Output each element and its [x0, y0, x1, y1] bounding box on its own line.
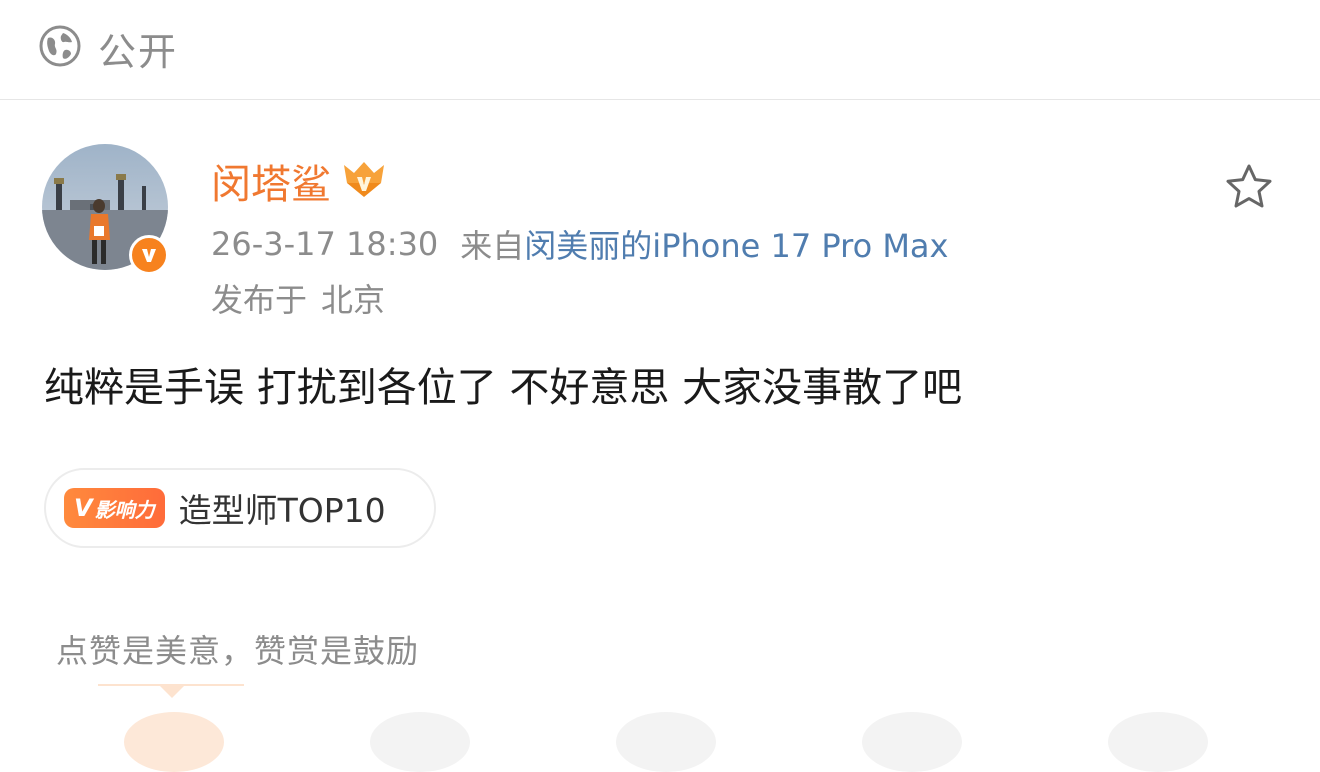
author-name[interactable]: 闵塔鲨	[211, 152, 331, 210]
influence-label: 造型师TOP10	[178, 491, 386, 530]
influence-v-icon: V	[74, 494, 93, 522]
member-crown-icon[interactable]	[341, 159, 387, 203]
influence-chip[interactable]: V 影响力 造型师TOP10	[44, 468, 436, 548]
source-device-link[interactable]: 闵美丽的iPhone 17 Pro Max	[524, 227, 948, 265]
post-time: 26-3-17 18:30	[211, 225, 439, 263]
post-location: 发布于 北京	[211, 276, 385, 320]
favorite-button[interactable]	[1222, 162, 1276, 216]
reward-option[interactable]	[616, 712, 716, 772]
source-prefix: 来自	[460, 227, 525, 265]
reward-option[interactable]	[1108, 712, 1208, 772]
verified-v-icon	[129, 235, 169, 275]
reward-option[interactable]	[862, 712, 962, 772]
influence-tag-label: 影响力	[94, 497, 155, 522]
location-prefix: 发布于	[211, 281, 308, 319]
author-row: 闵塔鲨	[211, 154, 387, 208]
star-outline-icon	[1223, 162, 1275, 216]
post-meta: 26-3-17 18:30 来自闵美丽的iPhone 17 Pro Max	[211, 222, 948, 266]
post-text: 纯粹是手误 打扰到各位了 不好意思 大家没事散了吧	[44, 365, 963, 411]
reward-option[interactable]	[124, 712, 224, 772]
location-name: 北京	[321, 281, 386, 319]
post-source: 来自闵美丽的iPhone 17 Pro Max	[460, 221, 948, 267]
reward-option[interactable]	[370, 712, 470, 772]
influence-tag: V 影响力	[64, 488, 165, 528]
globe-icon	[38, 24, 82, 72]
visibility-indicator[interactable]: 公开	[38, 24, 178, 74]
reward-tip-caret	[158, 684, 186, 698]
visibility-label: 公开	[98, 29, 179, 74]
reward-tip: 点赞是美意，赞赏是鼓励	[56, 632, 420, 670]
top-bar: 公开	[0, 0, 1320, 100]
